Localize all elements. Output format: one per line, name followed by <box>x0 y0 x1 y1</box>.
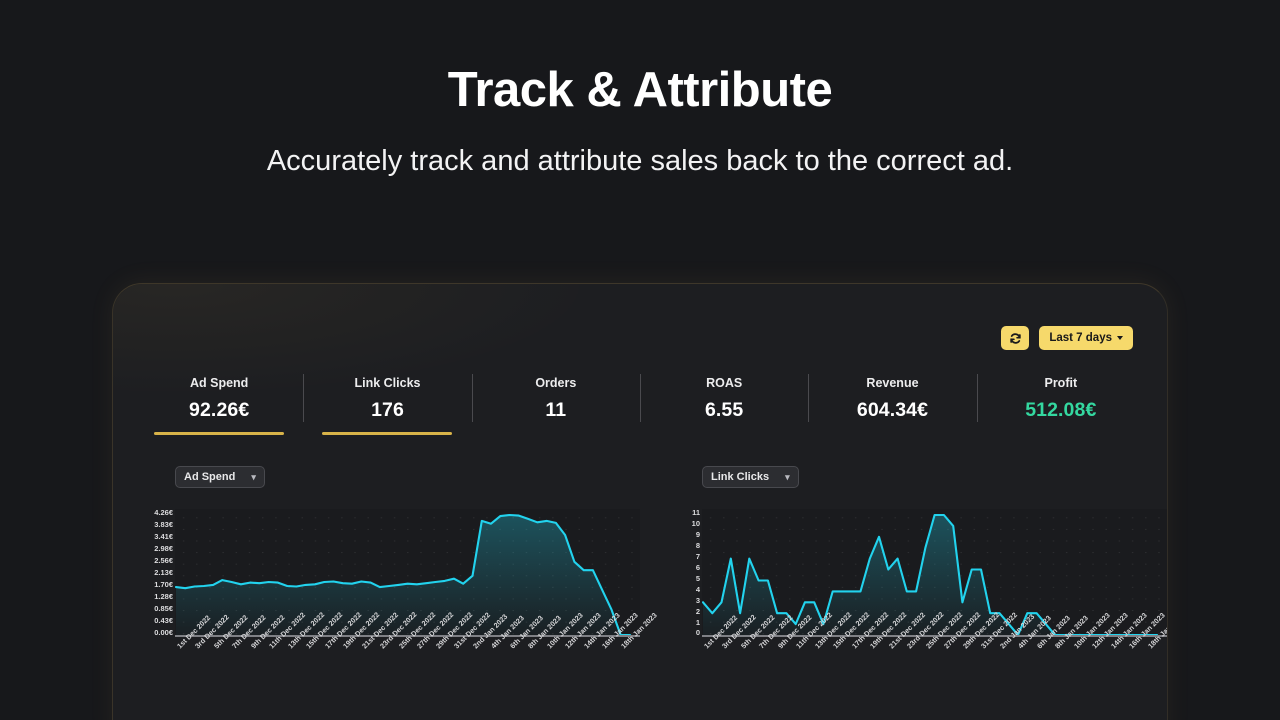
stat-card-ad-spend[interactable]: Ad Spend 92.26€ <box>135 372 303 435</box>
chevron-down-icon <box>1117 336 1123 340</box>
x-axis-link-clicks: 1st Dec 2022 3rd Dec 2022 5th Dec 2022 7th … <box>702 610 1167 719</box>
stat-label: ROAS <box>706 376 743 390</box>
metric-select-ad-spend[interactable]: Ad Spend ▾ <box>175 466 265 488</box>
stat-underline <box>154 432 285 435</box>
refresh-icon <box>1009 332 1022 345</box>
y-axis-tick-label: 7 <box>695 551 700 561</box>
metric-select-link-clicks[interactable]: Link Clicks ▾ <box>702 466 799 488</box>
stat-card-revenue[interactable]: Revenue 604.34€ <box>808 372 976 435</box>
stat-value: 11 <box>545 399 567 421</box>
charts-row: Ad Spend ▾ 4.26€ 3.83€ 3.41€ 2.98€ 2.56€ 2.13… <box>113 466 1167 719</box>
stat-label: Orders <box>535 376 577 390</box>
y-axis-tick-label: 1.70€ <box>154 580 173 590</box>
refresh-button[interactable] <box>1001 326 1030 350</box>
y-axis-tick-label: 9 <box>695 529 700 539</box>
hero-section: Track & Attribute Accurately track and a… <box>0 0 1280 179</box>
stat-card-link-clicks[interactable]: Link Clicks 176 <box>303 372 471 435</box>
y-axis-tick-label: 3.41€ <box>154 532 173 542</box>
y-axis-tick-label: 8 <box>695 540 700 550</box>
page-title: Track & Attribute <box>447 63 833 117</box>
y-axis-tick-label: 2.56€ <box>154 556 173 566</box>
y-axis-tick-label: 10 <box>691 518 700 528</box>
dashboard-panel: Last 7 days Ad Spend 92.26€ Link Clicks … <box>112 283 1168 720</box>
stat-label: Revenue <box>866 376 919 390</box>
stat-card-profit[interactable]: Profit 512.08€ <box>976 372 1145 435</box>
dashboard-toolbar: Last 7 days <box>1001 326 1133 350</box>
y-axis-tick-label: 2 <box>695 606 700 616</box>
chart-ad-spend: Ad Spend ▾ 4.26€ 3.83€ 3.41€ 2.98€ 2.56€ 2.13… <box>113 466 659 719</box>
y-axis-tick-label: 6 <box>695 562 700 572</box>
y-axis-tick-label: 1 <box>695 617 700 627</box>
stat-label: Ad Spend <box>189 376 249 390</box>
stat-label: Link Clicks <box>354 376 421 390</box>
stat-value: 6.55 <box>704 399 744 421</box>
y-axis-tick-label: 0.85€ <box>154 604 173 614</box>
stat-value: 604.34€ <box>856 399 929 421</box>
date-range-button[interactable]: Last 7 days <box>1039 326 1133 350</box>
y-axis-tick-label: 4.26€ <box>154 508 173 517</box>
chart-link-clicks: Link Clicks ▾ 11 10 9 8 7 6 5 4 3 2 1 0 1st Dec 202… <box>640 466 1167 719</box>
y-axis-ad-spend: 4.26€ 3.83€ 3.41€ 2.98€ 2.56€ 2.13€ 1.70€ 1.28€… <box>129 509 173 637</box>
y-axis-tick-label: 5 <box>695 573 700 583</box>
stat-value: 512.08€ <box>1025 399 1097 421</box>
stat-value: 176 <box>371 399 404 421</box>
date-range-label: Last 7 days <box>1049 332 1112 344</box>
page-subtitle: Accurately track and attribute sales bac… <box>266 144 1014 177</box>
y-axis-link-clicks: 11 10 9 8 7 6 5 4 3 2 1 0 <box>656 509 700 637</box>
y-axis-tick-label: 11 <box>692 508 700 517</box>
y-axis-tick-label: 2.98€ <box>154 544 173 554</box>
stat-underline <box>322 432 453 435</box>
stat-value: 92.26€ <box>189 399 250 421</box>
stat-card-roas[interactable]: ROAS 6.55 <box>639 372 808 435</box>
stat-label: Profit <box>1044 376 1078 390</box>
y-axis-tick-label: 4 <box>695 584 700 594</box>
y-axis-tick-label: 3 <box>695 595 700 605</box>
x-axis-ad-spend: 1st Dec 2022 3rd Dec 2022 5th Dec 2022 7th … <box>175 610 659 719</box>
y-axis-tick-label: 1.28€ <box>154 592 173 602</box>
stat-card-orders[interactable]: Orders 11 <box>471 372 640 435</box>
metric-select-label: Ad Spend <box>184 471 236 483</box>
y-axis-tick-label: 0 <box>695 628 700 638</box>
y-axis-tick-label: 0.00€ <box>154 628 173 638</box>
y-axis-tick-label: 0.43€ <box>154 616 173 626</box>
chevron-down-icon: ▾ <box>251 471 256 482</box>
metric-select-label: Link Clicks <box>711 471 770 483</box>
stats-row: Ad Spend 92.26€ Link Clicks 176 Orders 1… <box>135 372 1145 435</box>
chevron-down-icon: ▾ <box>785 471 790 482</box>
y-axis-tick-label: 3.83€ <box>154 520 173 530</box>
y-axis-tick-label: 2.13€ <box>154 568 173 578</box>
